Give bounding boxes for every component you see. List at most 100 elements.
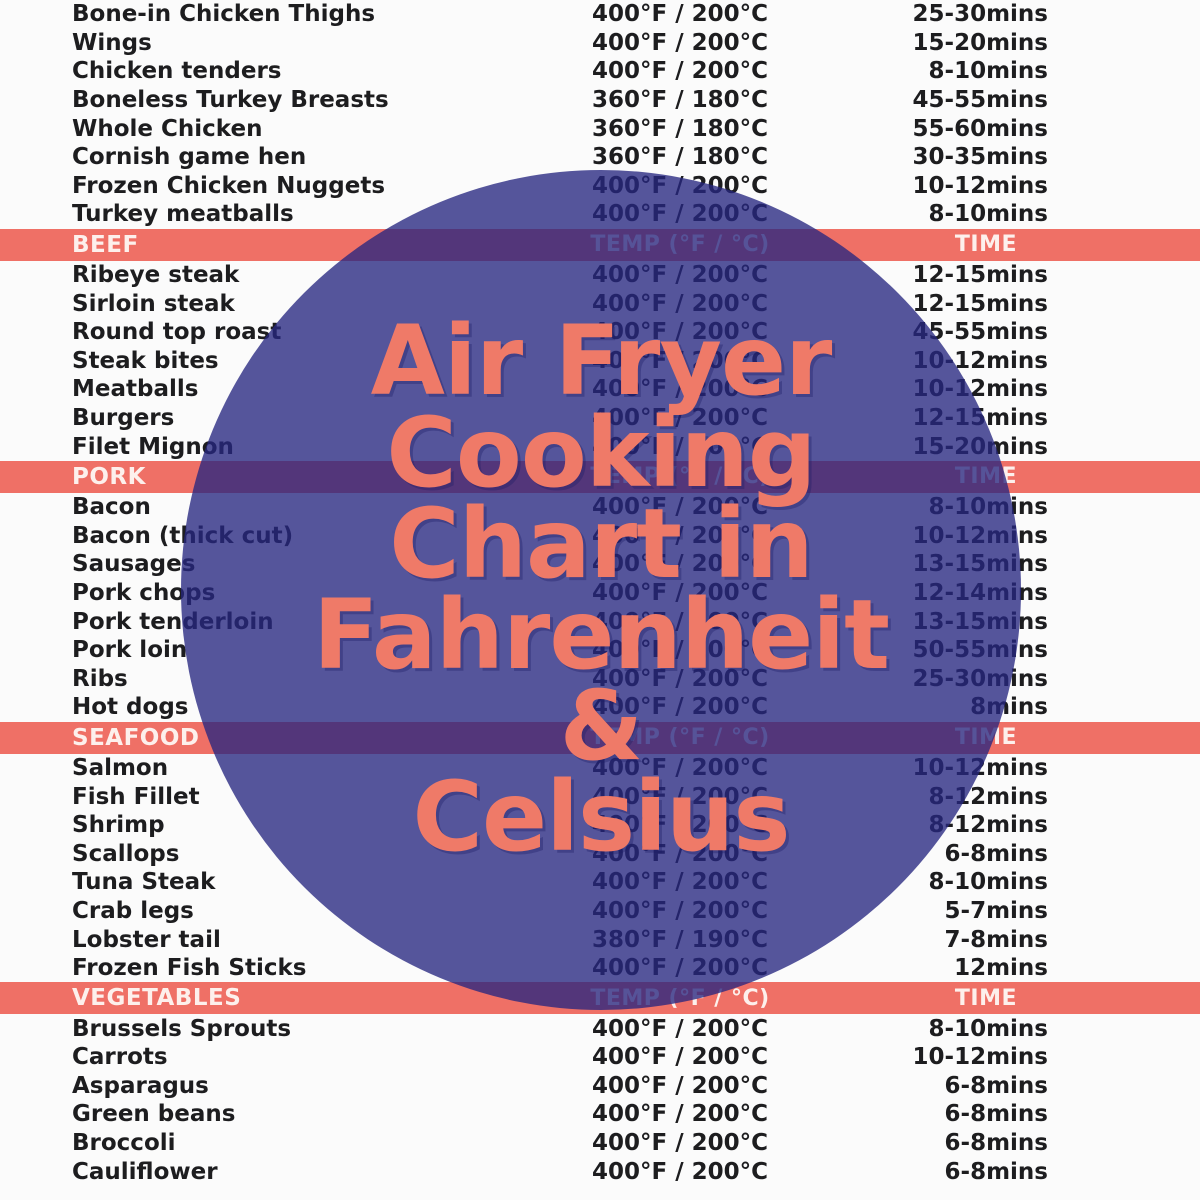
time-cell: 15-20mins [912, 433, 1048, 460]
food-name-cell: Meatballs [72, 376, 199, 403]
table-row: Broccoli 400°F / 200°C 6-8mins [0, 1129, 1200, 1158]
table-row: Steak bites 400°F / 200°C 10-12mins [0, 347, 1200, 376]
time-cell: 8-10mins [928, 869, 1048, 896]
food-name-cell: Sausages [72, 551, 196, 578]
table-row: Pork loin 400°F / 200°C 50-55mins [0, 636, 1200, 665]
temp-column-header: TEMP (°F / °C) [590, 725, 770, 751]
time-cell: 12-15mins [912, 405, 1048, 432]
time-cell: 45-55mins [912, 319, 1048, 346]
time-column-header: TIME [954, 232, 1017, 258]
temperature-cell: 400°F / 200°C [591, 551, 769, 578]
time-cell: 10-12mins [912, 754, 1048, 781]
time-cell: 8mins [970, 694, 1048, 721]
temperature-cell: 400°F / 200°C [591, 58, 769, 85]
temperature-cell: 400°F / 200°C [591, 608, 769, 635]
temperature-cell: 400°F / 200°C [591, 1015, 769, 1042]
time-cell: 7-8mins [944, 926, 1048, 953]
section-label: VEGETABLES [72, 985, 242, 1012]
table-row: Green beans 400°F / 200°C 6-8mins [0, 1100, 1200, 1129]
food-name-cell: Chicken tenders [72, 58, 282, 85]
food-name-cell: Hot dogs [72, 694, 189, 721]
time-column-header: TIME [954, 985, 1017, 1011]
table-row: Chicken tenders 400°F / 200°C 8-10mins [0, 57, 1200, 86]
time-cell: 12-15mins [912, 262, 1048, 289]
time-cell: 25-30mins [912, 1, 1048, 28]
section-header-vegetables: VEGETABLES TEMP (°F / °C) TIME [0, 982, 1200, 1015]
table-row: Frozen Fish Sticks 400°F / 200°C 12mins [0, 954, 1200, 983]
food-name-cell: Tuna Steak [72, 869, 216, 896]
table-row: Crab legs 400°F / 200°C 5-7mins [0, 897, 1200, 926]
time-cell: 6-8mins [944, 1101, 1048, 1128]
temperature-cell: 400°F / 200°C [591, 897, 769, 924]
time-cell: 45-55mins [912, 87, 1048, 114]
temperature-cell: 400°F / 200°C [591, 319, 769, 346]
temperature-cell: 400°F / 200°C [591, 290, 769, 317]
temp-column-header: TEMP (°F / °C) [590, 985, 770, 1011]
temperature-cell: 400°F / 200°C [591, 172, 769, 199]
section-vegetables: VEGETABLES TEMP (°F / °C) TIME Brussels Spr… [0, 982, 1200, 1186]
time-cell: 10-12mins [912, 1044, 1048, 1071]
table-row: Lobster tail 380°F / 190°C 7-8mins [0, 925, 1200, 954]
time-cell: 12-14mins [912, 579, 1048, 606]
section-header-beef: BEEF TEMP (°F / °C) TIME [0, 228, 1200, 261]
food-name-cell: Frozen Fish Sticks [72, 955, 307, 982]
table-row: Filet Mignon 400°F / 200°C 15-20mins [0, 432, 1200, 461]
food-name-cell: Cauliflower [72, 1158, 218, 1185]
table-row: Shrimp 400°F / 200°C 8-12mins [0, 811, 1200, 840]
temperature-cell: 400°F / 200°C [591, 347, 769, 374]
table-row: Turkey meatballs 400°F / 200°C 8-10mins [0, 200, 1200, 229]
table-row: Sirloin steak 400°F / 200°C 12-15mins [0, 289, 1200, 318]
time-cell: 10-12mins [912, 347, 1048, 374]
time-cell: 6-8mins [944, 840, 1048, 867]
time-cell: 8-10mins [928, 494, 1048, 521]
time-cell: 5-7mins [944, 897, 1048, 924]
table-row: Bacon (thick cut) 400°F / 200°C 10-12mins [0, 522, 1200, 551]
food-name-cell: Cornish game hen [72, 144, 307, 171]
temperature-cell: 400°F / 200°C [591, 812, 769, 839]
time-cell: 12mins [954, 955, 1048, 982]
temperature-cell: 400°F / 200°C [591, 840, 769, 867]
temperature-cell: 400°F / 200°C [591, 405, 769, 432]
temperature-cell: 400°F / 200°C [591, 376, 769, 403]
table-row: Asparagus 400°F / 200°C 6-8mins [0, 1072, 1200, 1101]
food-name-cell: Ribeye steak [72, 262, 240, 289]
section-label: BEEF [72, 231, 139, 258]
time-cell: 12-15mins [912, 290, 1048, 317]
temperature-cell: 400°F / 200°C [591, 1130, 769, 1157]
temperature-cell: 400°F / 200°C [591, 579, 769, 606]
table-row: Hot dogs 400°F / 200°C 8mins [0, 693, 1200, 722]
temp-column-header: TEMP (°F / °C) [590, 464, 770, 490]
time-cell: 6-8mins [944, 1072, 1048, 1099]
food-name-cell: Burgers [72, 405, 175, 432]
time-column-header: TIME [954, 725, 1017, 751]
food-name-cell: Pork tenderloin [72, 608, 274, 635]
food-name-cell: Green beans [72, 1101, 236, 1128]
temperature-cell: 400°F / 200°C [591, 494, 769, 521]
temperature-cell: 400°F / 200°C [591, 694, 769, 721]
temperature-cell: 360°F / 180°C [591, 115, 769, 142]
temperature-cell: 360°F / 180°C [591, 87, 769, 114]
food-name-cell: Filet Mignon [72, 433, 234, 460]
time-cell: 15-20mins [912, 29, 1048, 56]
time-cell: 10-12mins [912, 172, 1048, 199]
food-name-cell: Ribs [72, 665, 128, 692]
time-column-header: TIME [954, 464, 1017, 490]
section-label: PORK [72, 463, 146, 490]
table-row: Carrots 400°F / 200°C 10-12mins [0, 1043, 1200, 1072]
time-cell: 50-55mins [912, 637, 1048, 664]
food-name-cell: Whole Chicken [72, 115, 263, 142]
food-name-cell: Sirloin steak [72, 290, 235, 317]
table-row: Bacon 400°F / 200°C 8-10mins [0, 493, 1200, 522]
table-row: Bone-in Chicken Thighs 400°F / 200°C 25-30… [0, 0, 1200, 29]
table-row: Whole Chicken 360°F / 180°C 55-60mins [0, 114, 1200, 143]
table-row: Cauliflower 400°F / 200°C 6-8mins [0, 1157, 1200, 1186]
food-name-cell: Fish Fillet [72, 783, 200, 810]
table-row: Pork chops 400°F / 200°C 12-14mins [0, 579, 1200, 608]
temperature-cell: 400°F / 200°C [591, 201, 769, 228]
section-seafood: SEAFOOD TEMP (°F / °C) TIME Salmon 400°F / 2… [0, 721, 1200, 983]
air-fryer-cooking-chart: Bone-in Chicken Thighs 400°F / 200°C 25-30… [0, 0, 1200, 1200]
table-row: Wings 400°F / 200°C 15-20mins [0, 29, 1200, 58]
temperature-cell: 380°F / 190°C [591, 926, 769, 953]
time-cell: 55-60mins [912, 115, 1048, 142]
section-poultry-continued: Bone-in Chicken Thighs 400°F / 200°C 25-30… [0, 0, 1200, 229]
